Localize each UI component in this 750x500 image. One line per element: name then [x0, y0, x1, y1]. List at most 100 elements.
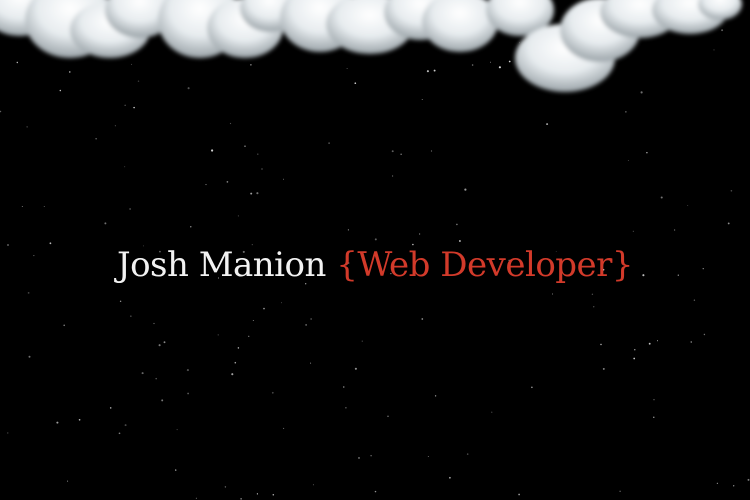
star: [552, 293, 554, 295]
star: [716, 482, 719, 484]
star: [211, 149, 214, 152]
star: [283, 178, 285, 180]
star: [343, 386, 345, 388]
star: [733, 485, 735, 487]
star: [657, 340, 658, 342]
star: [109, 407, 112, 409]
star: [237, 215, 239, 217]
star: [187, 392, 189, 395]
star: [257, 153, 259, 155]
star: [217, 334, 219, 336]
star: [531, 386, 533, 389]
star: [374, 490, 377, 493]
star: [27, 292, 30, 294]
star: [345, 407, 347, 409]
star: [234, 361, 237, 364]
star: [237, 347, 240, 349]
star: [261, 168, 263, 170]
star: [252, 320, 254, 322]
star: [361, 340, 363, 342]
star: [7, 432, 9, 434]
star: [687, 205, 689, 206]
star: [153, 322, 155, 325]
star: [646, 151, 648, 154]
star: [226, 181, 229, 183]
star: [158, 344, 161, 347]
star: [271, 391, 274, 394]
star: [591, 293, 594, 295]
star: [634, 349, 636, 351]
star: [430, 150, 433, 152]
star: [747, 478, 750, 481]
star: [231, 373, 234, 376]
star: [593, 306, 595, 308]
star: [124, 424, 127, 427]
star: [248, 335, 250, 337]
star: [104, 222, 107, 225]
star: [124, 166, 126, 168]
star: [633, 357, 636, 360]
star: [653, 416, 655, 418]
star: [310, 362, 312, 364]
star: [730, 190, 733, 192]
star: [161, 399, 164, 402]
star: [358, 457, 360, 459]
star: [464, 188, 467, 191]
star: [370, 455, 372, 457]
star: [310, 318, 312, 320]
star: [374, 238, 377, 241]
star: [224, 486, 227, 488]
star: [281, 302, 282, 304]
star: [250, 192, 253, 195]
star: [648, 342, 651, 345]
star: [305, 324, 307, 326]
developer-role: {Web Developer}: [336, 245, 634, 285]
star: [283, 427, 285, 429]
star: [78, 418, 81, 421]
star: [244, 145, 246, 148]
star: [190, 226, 192, 228]
star: [632, 230, 634, 232]
star: [263, 307, 265, 310]
star: [354, 367, 357, 370]
star: [163, 341, 166, 344]
star: [387, 415, 389, 417]
star: [272, 493, 275, 496]
star: [229, 122, 232, 125]
star: [328, 142, 330, 144]
star: [7, 244, 9, 246]
star: [660, 196, 663, 199]
developer-name: Josh Manion: [116, 245, 326, 285]
star: [26, 126, 28, 128]
star: [391, 150, 394, 153]
star: [49, 242, 52, 245]
hero-page: Josh Manion {Web Developer}: [0, 0, 750, 500]
star: [619, 490, 621, 492]
star: [434, 395, 437, 397]
star: [141, 372, 144, 375]
star: [421, 318, 424, 320]
star: [43, 206, 45, 207]
star: [600, 343, 602, 346]
star: [427, 456, 429, 457]
star: [28, 355, 31, 358]
star: [518, 493, 520, 496]
star: [176, 429, 178, 431]
star: [67, 480, 69, 482]
star: [118, 432, 121, 435]
star: [625, 111, 627, 113]
star: [205, 184, 207, 186]
star: [400, 153, 402, 155]
star: [256, 192, 259, 195]
star: [21, 206, 23, 207]
star: [63, 324, 65, 327]
star: [312, 484, 314, 486]
star: [195, 497, 197, 499]
star: [602, 367, 605, 370]
star: [155, 377, 157, 380]
hero-headline: Josh Manion {Web Developer}: [0, 248, 750, 282]
star: [175, 469, 177, 471]
star: [627, 159, 629, 161]
star: [418, 233, 421, 235]
star: [392, 175, 394, 177]
